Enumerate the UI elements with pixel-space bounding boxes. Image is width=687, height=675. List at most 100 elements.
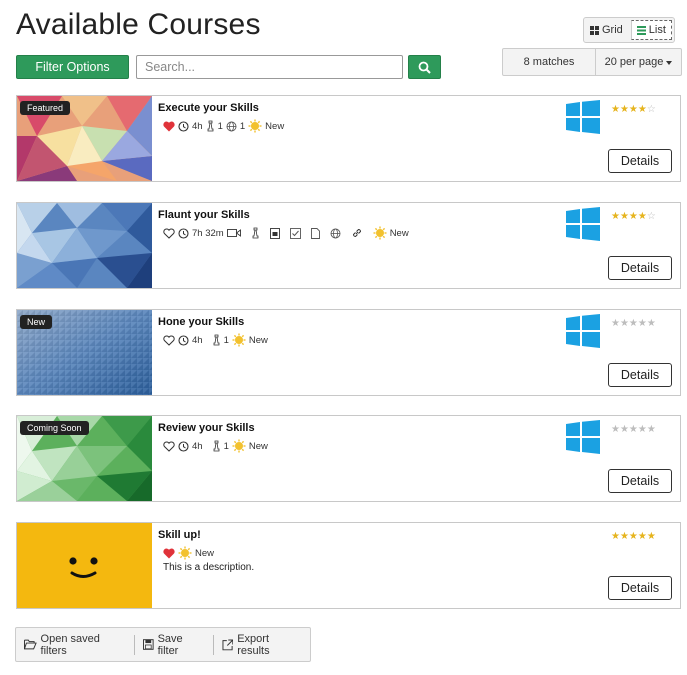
filter-actions-bar: Open saved filters Save filter Export re… [15,627,311,662]
details-button[interactable]: Details [608,576,672,600]
save-disk-icon [142,639,154,650]
status-text: New [265,120,285,132]
chess-piece-icon [207,120,213,132]
status-text: New [248,334,268,346]
grid-icon [590,25,599,35]
search-icon [418,61,431,74]
list-view-button[interactable]: List [630,20,672,40]
duration-text: 4h [192,440,203,452]
grid-view-button[interactable]: Grid [584,18,629,42]
course-description: This is a description. [163,562,255,573]
star-rating: ★★★★☆ [611,211,656,222]
open-saved-filters-label: Open saved filters [40,632,100,657]
list-view-label: List [648,24,666,36]
clock-icon [178,334,189,346]
details-button[interactable]: Details [608,469,672,493]
view-toggle: Grid List [583,17,675,43]
status-text: New [248,440,268,452]
count-text: 1 [217,120,223,132]
chess-piece-icon [213,440,219,452]
image-file-icon [269,227,280,239]
windows-logo-icon [566,420,600,454]
sun-new-icon [373,226,387,240]
course-badge: Featured [20,101,71,115]
save-filter-button[interactable]: Save filter [133,632,213,657]
heart-filled-icon[interactable] [163,548,175,559]
sun-new-icon [232,439,246,453]
globe-icon [330,228,341,238]
details-button[interactable]: Details [608,363,672,387]
page-title: Available Courses [16,8,261,41]
course-meta: 4h 1 1 New [163,119,284,133]
clock-icon [178,440,189,452]
grid-view-label: Grid [602,24,623,36]
course-meta: 4h 1 New [163,439,268,453]
count-text: 1 [223,440,229,452]
search-input[interactable] [136,55,403,79]
sun-new-icon [248,119,262,133]
sun-new-icon [178,546,192,560]
match-count: 8 matches [503,49,596,75]
course-badge: Coming Soon [20,421,89,435]
caret-down-icon [666,61,673,65]
clock-icon [178,227,189,239]
course-meta: 4h 1 New [163,333,268,347]
course-card: Flaunt your Skills 7h 32m New ★★★★☆ Deta… [16,202,681,289]
course-meta: 7h 32m New [163,226,409,240]
details-button[interactable]: Details [608,256,672,280]
chess-piece-icon [213,334,219,346]
course-meta: New [163,546,214,560]
sun-new-icon [232,333,246,347]
export-icon [222,639,233,650]
duration-text: 4h [192,334,203,346]
course-thumbnail[interactable] [17,203,152,288]
windows-logo-icon [566,207,600,241]
course-badge: New [20,315,53,329]
status-text: New [195,547,215,559]
globe-icon [226,121,237,131]
course-thumbnail[interactable]: New [17,310,152,395]
duration-text: 7h 32m [192,227,224,239]
star-rating: ★★★★★ [611,318,656,329]
star-rating: ★★★★★ [611,424,656,435]
course-title[interactable]: Execute your Skills [158,102,259,114]
course-thumbnail[interactable] [17,523,152,608]
link-icon [352,228,361,238]
filter-options-button[interactable]: Filter Options [16,55,129,79]
course-title[interactable]: Review your Skills [158,422,255,434]
details-button[interactable]: Details [608,149,672,173]
course-thumbnail[interactable]: Featured [17,96,152,181]
heart-outline-icon[interactable] [163,227,175,239]
heart-outline-icon[interactable] [163,334,175,346]
star-rating: ★★★★★ [611,531,656,542]
search-button[interactable] [408,55,441,79]
course-title[interactable]: Flaunt your Skills [158,209,250,221]
chess-piece-icon [252,227,259,239]
course-card: New Hone your Skills 4h 1 New ★★★★★ Deta… [16,309,681,396]
smiley-face-image [17,523,152,608]
thumbnail-image [17,203,152,288]
status-text: New [389,227,409,239]
course-card: Featured Execute your Skills 4h 1 1 New … [16,95,681,182]
course-card: Skill up! New This is a description. ★★★… [16,522,681,609]
per-page-dropdown[interactable]: 20 per page [596,49,681,75]
course-thumbnail[interactable]: Coming Soon [17,416,152,501]
document-icon [310,227,320,239]
course-title[interactable]: Skill up! [158,529,201,541]
export-results-button[interactable]: Export results [212,633,310,657]
save-filter-label: Save filter [157,632,183,657]
per-page-label: 20 per page [604,56,664,68]
windows-logo-icon [566,100,600,134]
list-icon [636,25,646,35]
course-title[interactable]: Hone your Skills [158,316,244,328]
results-pager: 8 matches 20 per page [502,48,682,76]
duration-text: 4h [192,120,203,132]
checkbox-icon [289,227,301,239]
clock-icon [178,120,189,132]
course-card: Coming Soon Review your Skills 4h 1 New … [16,415,681,502]
count-text: 1 [223,334,229,346]
video-icon [226,229,241,237]
heart-filled-icon[interactable] [163,121,175,132]
open-saved-filters-button[interactable]: Open saved filters [16,632,134,657]
heart-outline-icon[interactable] [163,440,175,452]
